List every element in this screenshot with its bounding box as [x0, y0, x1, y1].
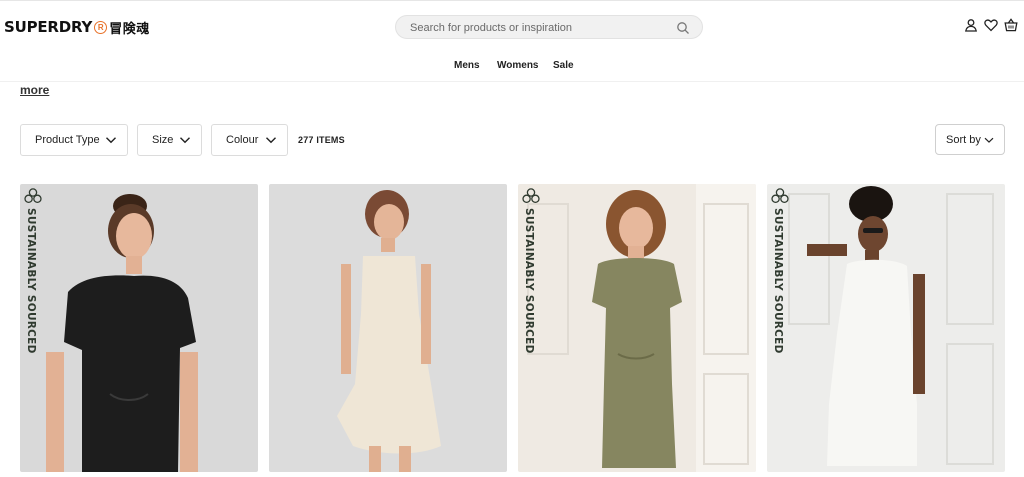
colour-filter[interactable]: Colour	[211, 124, 288, 156]
heart-icon[interactable]	[984, 18, 998, 32]
sort-label: Sort by	[946, 133, 981, 146]
product-card[interactable]: SUSTAINABLY SOURCED	[767, 184, 1005, 472]
sustainability-leaf-icon	[522, 188, 540, 204]
product-image[interactable]	[767, 184, 1005, 472]
sustainably-sourced-badge: SUSTAINABLY SOURCED	[22, 186, 44, 356]
sustainability-leaf-icon	[24, 188, 42, 204]
product-image[interactable]	[269, 184, 507, 472]
nav-item-sale[interactable]: Sale	[553, 60, 574, 71]
product-image[interactable]	[518, 184, 756, 472]
chevron-down-icon	[106, 137, 116, 144]
search-icon[interactable]	[676, 21, 690, 35]
search-bar[interactable]	[395, 15, 703, 39]
filter-label: Size	[152, 134, 174, 146]
site-header: SUPERDRY R 冒険魂	[0, 0, 1024, 50]
dress-shape	[592, 258, 682, 468]
product-card[interactable]: SUSTAINABLY SOURCED	[518, 184, 756, 472]
badge-label: SUSTAINABLY SOURCED	[772, 208, 784, 354]
dress-shape	[64, 275, 196, 472]
account-actions	[964, 18, 1018, 32]
sustainably-sourced-badge: SUSTAINABLY SOURCED	[769, 186, 791, 356]
logo-japanese-text: 冒険魂	[109, 20, 150, 36]
product-image[interactable]	[20, 184, 258, 472]
nav-item-womens[interactable]: Womens	[497, 60, 539, 71]
logo-wordmark: SUPERDRY	[4, 18, 93, 36]
registered-mark: R	[94, 20, 108, 34]
basket-icon[interactable]	[1004, 18, 1018, 32]
read-more-link[interactable]: more	[20, 83, 49, 97]
chevron-down-icon	[984, 137, 994, 143]
size-filter[interactable]: Size	[137, 124, 202, 156]
filter-label: Colour	[226, 134, 259, 146]
nav-item-mens[interactable]: Mens	[454, 60, 480, 71]
search-input[interactable]	[410, 19, 670, 36]
badge-label: SUSTAINABLY SOURCED	[25, 208, 37, 354]
chevron-down-icon	[266, 137, 276, 144]
sustainably-sourced-badge: SUSTAINABLY SOURCED	[520, 186, 542, 356]
user-icon[interactable]	[964, 18, 978, 32]
main-navigation: Mens Womens Sale	[0, 50, 1024, 82]
sustainability-leaf-icon	[771, 188, 789, 204]
sort-by-dropdown[interactable]: Sort by	[935, 124, 1005, 155]
product-card[interactable]	[269, 184, 507, 472]
chevron-down-icon	[180, 137, 190, 144]
product-card[interactable]: SUSTAINABLY SOURCED	[20, 184, 258, 472]
filter-label: Product Type	[35, 134, 100, 146]
items-count: 277 ITEMS	[298, 135, 345, 145]
product-type-filter[interactable]: Product Type	[20, 124, 128, 156]
badge-label: SUSTAINABLY SOURCED	[523, 208, 535, 354]
superdry-logo[interactable]: SUPERDRY R 冒険魂	[4, 17, 150, 37]
